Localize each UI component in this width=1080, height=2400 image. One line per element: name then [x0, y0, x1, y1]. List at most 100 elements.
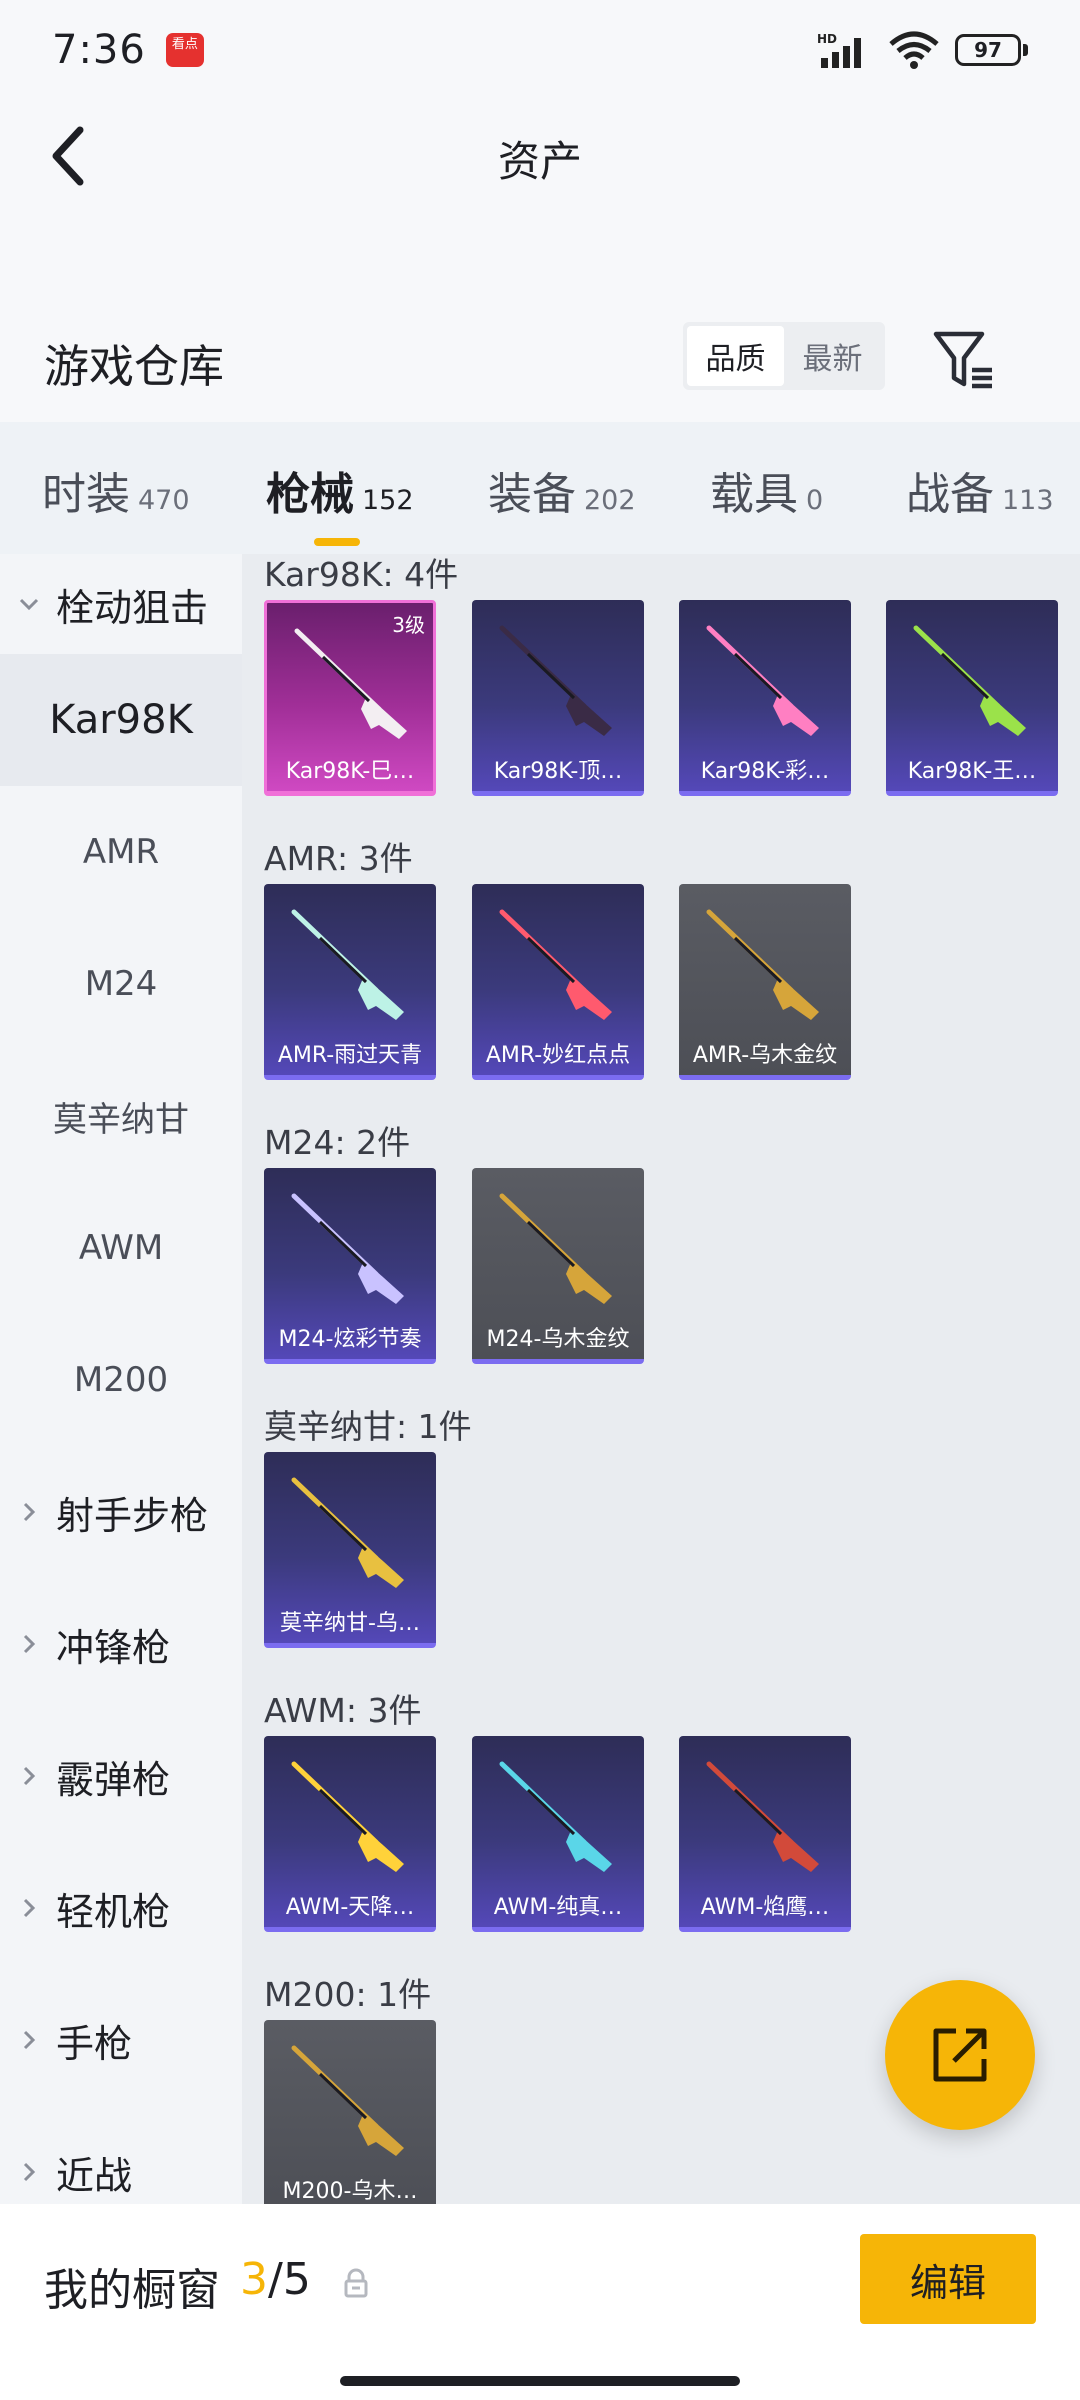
status-bar: 7:36 看点 HD 97 — [0, 0, 1080, 100]
showcase-current: 3 — [240, 2254, 268, 2305]
home-indicator[interactable] — [340, 2376, 740, 2386]
app-root: 7:36 看点 HD 97 资产 游戏仓库 品质 最新 时装 470 枪械 15… — [0, 0, 1080, 2400]
showcase-bar: 我的橱窗 3/5 编辑 — [0, 2204, 1080, 2400]
weapon-card[interactable]: 3级 Kar98K-巳… — [264, 600, 436, 796]
weapon-type-sidebar: 栓动狙击 Kar98K AMR M24 莫辛纳甘 AWM M200 射手步枪冲锋枪霰弹枪轻机枪… — [0, 554, 242, 2204]
sidebar-group[interactable]: 手枪 — [0, 1974, 242, 2106]
weapon-card[interactable]: AWM-纯真… — [472, 1736, 644, 1932]
weapon-card[interactable]: Kar98K-彩… — [679, 600, 851, 796]
status-icons: HD 97 — [817, 30, 1028, 70]
sort-quality-button[interactable]: 品质 — [687, 326, 784, 386]
tab-label: 载具 — [710, 469, 798, 520]
sidebar-item[interactable]: AMR — [0, 786, 242, 918]
sidebar-item[interactable]: M24 — [0, 918, 242, 1050]
chevron-right-icon — [23, 2162, 36, 2182]
weapon-card[interactable]: M24-炫彩节奏 — [264, 1168, 436, 1364]
rifle-icon — [291, 2045, 404, 2156]
rifle-icon — [706, 625, 819, 736]
tab-combat-supplies[interactable]: 战备 113 — [906, 458, 1054, 522]
tab-vehicles[interactable]: 载具 0 — [710, 458, 823, 522]
weapon-name: Kar98K-巳… — [285, 759, 415, 784]
tab-label: 战备 — [906, 469, 994, 520]
section-title: M24: 2件 — [264, 1123, 411, 1162]
tab-label: 枪械 — [266, 469, 354, 520]
sidebar-item-label: 轻机枪 — [56, 1889, 171, 1934]
sidebar-item[interactable]: 莫辛纳甘 — [0, 1050, 242, 1182]
weapon-card[interactable]: AWM-焰鹰… — [679, 1736, 851, 1932]
sidebar-item-label: 射手步枪 — [56, 1493, 209, 1538]
chevron-right-icon — [23, 1502, 36, 1522]
edit-button[interactable]: 编辑 — [860, 2234, 1036, 2324]
showcase-separator: / — [268, 2254, 283, 2305]
network-label: HD — [817, 32, 837, 46]
sidebar-item-label: AWM — [78, 1228, 164, 1268]
weapon-card[interactable]: M200-乌木… — [264, 2020, 436, 2204]
sidebar-group[interactable]: 冲锋枪 — [0, 1578, 242, 1710]
tab-equipment[interactable]: 装备 202 — [488, 458, 636, 522]
chevron-down-icon — [19, 598, 39, 611]
weapon-name: M200-乌木… — [282, 2179, 418, 2204]
status-time: 7:36 — [52, 27, 146, 73]
weapon-card[interactable]: Kar98K-顶… — [472, 600, 644, 796]
rifle-icon — [499, 1193, 612, 1304]
signal-icon: HD — [817, 32, 861, 68]
chevron-right-icon — [23, 1634, 36, 1654]
sidebar-item-label: 栓动狙击 — [56, 585, 209, 630]
weapon-name: Kar98K-彩… — [700, 759, 830, 784]
sidebar-item[interactable]: M200 — [0, 1314, 242, 1446]
sidebar-item-label: 近战 — [56, 2153, 133, 2198]
weapon-card[interactable]: 莫辛纳甘-乌… — [264, 1452, 436, 1648]
weapon-name: Kar98K-王… — [907, 759, 1037, 784]
weapon-card[interactable]: AMR-乌木金纹 — [679, 884, 851, 1080]
level-badge: 3级 — [392, 613, 425, 637]
share-fab[interactable] — [885, 1980, 1035, 2130]
share-icon — [933, 2028, 987, 2082]
sidebar-item-label: 莫辛纳甘 — [53, 1099, 189, 1140]
nav-bar: 资产 — [0, 100, 1080, 212]
sidebar-item[interactable]: Kar98K — [0, 654, 242, 786]
tab-firearms[interactable]: 枪械 152 — [266, 458, 414, 546]
section-title: AWM: 3件 — [264, 1691, 422, 1730]
tab-fashion[interactable]: 时装 470 — [42, 458, 190, 522]
category-tabs: 时装 470 枪械 152 装备 202 载具 0 战备 113 — [0, 422, 1080, 554]
tab-count: 113 — [1002, 485, 1054, 516]
weapon-name: 莫辛纳甘-乌… — [280, 1611, 420, 1636]
sidebar-item-label: 冲锋枪 — [56, 1625, 171, 1670]
sidebar-group[interactable]: 栓动狙击 — [0, 554, 242, 654]
rifle-icon — [291, 1477, 404, 1588]
sidebar-group[interactable]: 近战 — [0, 2106, 242, 2204]
sidebar-item-label: Kar98K — [49, 697, 193, 743]
weapon-card[interactable]: AMR-妙红点点 — [472, 884, 644, 1080]
tab-count: 152 — [362, 485, 414, 516]
filter-button[interactable] — [930, 326, 1000, 392]
rifle-icon — [499, 625, 612, 736]
rifle-icon — [706, 1761, 819, 1872]
weapon-name: AWM-纯真… — [493, 1895, 623, 1920]
sidebar-item-label: M200 — [73, 1360, 169, 1400]
rifle-icon — [291, 909, 404, 1020]
sort-segmented-control: 品质 最新 — [683, 322, 885, 390]
sort-latest-button[interactable]: 最新 — [784, 326, 881, 386]
weapon-name: AMR-雨过天青 — [277, 1043, 423, 1068]
section-title: 莫辛纳甘: 1件 — [264, 1407, 472, 1446]
weapon-name: AMR-乌木金纹 — [692, 1043, 838, 1068]
battery-level: 97 — [955, 34, 1021, 66]
weapon-grid: Kar98K: 4件 3级 Kar98K-巳… Kar98K-顶… Kar98K-彩… K… — [242, 554, 1080, 2204]
sidebar-group[interactable]: 轻机枪 — [0, 1842, 242, 1974]
rifle-icon — [291, 1193, 404, 1304]
sidebar-item-label: AMR — [82, 832, 160, 872]
weapon-card[interactable]: M24-乌木金纹 — [472, 1168, 644, 1364]
wifi-icon — [889, 31, 939, 69]
sidebar-item-label: 手枪 — [56, 2021, 133, 2066]
section-title: AMR: 3件 — [264, 839, 413, 878]
sidebar-group[interactable]: 射手步枪 — [0, 1446, 242, 1578]
showcase-count: 3/5 — [240, 2254, 311, 2305]
weapon-card[interactable]: Kar98K-王… — [886, 600, 1058, 796]
weapon-name: Kar98K-顶… — [493, 759, 623, 784]
weapon-name: M24-炫彩节奏 — [278, 1327, 422, 1352]
sidebar-item[interactable]: AWM — [0, 1182, 242, 1314]
chevron-right-icon — [23, 2030, 36, 2050]
weapon-card[interactable]: AWM-天降… — [264, 1736, 436, 1932]
sidebar-group[interactable]: 霰弹枪 — [0, 1710, 242, 1842]
weapon-card[interactable]: AMR-雨过天青 — [264, 884, 436, 1080]
